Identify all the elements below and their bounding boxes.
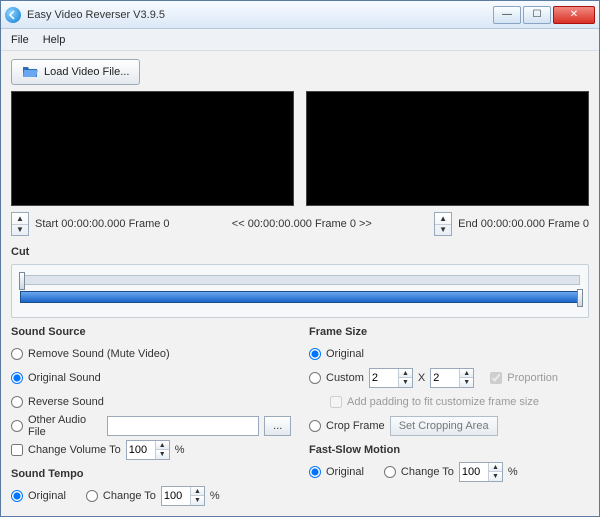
radio-other-audio-row: Other Audio File ... [11,416,291,436]
sound-tempo-title: Sound Tempo [11,468,291,480]
padding-check [330,396,342,408]
proportion-check [490,372,502,384]
custom-width-spinner[interactable]: ▲▼ [369,368,413,388]
cut-range-handle[interactable] [577,289,583,307]
custom-height-spinner[interactable]: ▲▼ [430,368,474,388]
menu-help[interactable]: Help [43,34,66,46]
cut-label: Cut [11,246,589,258]
sound-source-title: Sound Source [11,326,291,338]
change-volume-row: Change Volume To ▲▼ % [11,440,291,460]
options-row: Sound Source Remove Sound (Mute Video) O… [11,326,589,506]
radio-other-audio[interactable] [11,420,23,432]
start-time-label: Start 00:00:00.000 Frame 0 [35,218,170,230]
titlebar: Easy Video Reverser V3.9.5 — ☐ ✕ [1,1,599,29]
mid-time-label: << 00:00:00.000 Frame 0 >> [176,218,429,230]
other-audio-path[interactable] [107,416,259,436]
radio-original-sound[interactable]: Original Sound [11,368,291,388]
framesize-custom-radio[interactable] [309,372,321,384]
frame-size-title: Frame Size [309,326,589,338]
cut-track-range[interactable] [20,291,580,303]
folder-icon [22,64,38,80]
content-area: Load Video File... ▲▼ Start 00:00:00.000… [1,51,599,516]
end-frame-stepper[interactable]: ▲▼ [434,212,452,236]
preview-start [11,91,294,206]
menubar: File Help [1,29,599,51]
app-icon [5,7,21,23]
tempo-spinner[interactable]: ▲▼ [161,486,205,506]
maximize-button[interactable]: ☐ [523,6,551,24]
padding-row: Add padding to fit customize frame size [309,392,589,412]
fast-slow-title: Fast-Slow Motion [309,444,589,456]
minimize-button[interactable]: — [493,6,521,24]
browse-audio-button[interactable]: ... [264,416,291,436]
right-col: Frame Size Original Custom ▲▼ X ▲▼ [309,326,589,506]
start-frame-stepper[interactable]: ▲▼ [11,212,29,236]
tempo-change-radio[interactable] [86,490,98,502]
menu-file[interactable]: File [11,34,29,46]
load-video-label: Load Video File... [44,66,129,78]
volume-spinner[interactable]: ▲▼ [126,440,170,460]
load-video-button[interactable]: Load Video File... [11,59,140,85]
motion-original-radio[interactable] [309,466,321,478]
cut-panel [11,264,589,318]
set-crop-button[interactable]: Set Cropping Area [390,416,498,436]
cut-track-top[interactable] [20,275,580,285]
radio-remove-sound[interactable]: Remove Sound (Mute Video) [11,344,291,364]
left-col: Sound Source Remove Sound (Mute Video) O… [11,326,291,506]
sound-tempo-row: Original Change To ▲▼ % [11,486,291,506]
preview-row [11,91,589,206]
framesize-original-radio[interactable]: Original [309,344,589,364]
end-time-label: End 00:00:00.000 Frame 0 [458,218,589,230]
preview-end [306,91,589,206]
crop-frame-radio[interactable] [309,420,321,432]
change-volume-check[interactable] [11,444,23,456]
window-title: Easy Video Reverser V3.9.5 [27,9,493,21]
radio-reverse-sound[interactable]: Reverse Sound [11,392,291,412]
timeline-row: ▲▼ Start 00:00:00.000 Frame 0 << 00:00:0… [11,212,589,236]
framesize-custom-row: Custom ▲▼ X ▲▼ Proportion [309,368,589,388]
motion-change-radio[interactable] [384,466,396,478]
cut-top-handle[interactable] [19,272,25,290]
window-controls: — ☐ ✕ [493,6,595,24]
tempo-original-radio[interactable] [11,490,23,502]
motion-spinner[interactable]: ▲▼ [459,462,503,482]
fast-slow-row: Original Change To ▲▼ % [309,462,589,482]
crop-frame-row: Crop Frame Set Cropping Area [309,416,589,436]
app-window: Easy Video Reverser V3.9.5 — ☐ ✕ File He… [0,0,600,517]
close-button[interactable]: ✕ [553,6,595,24]
